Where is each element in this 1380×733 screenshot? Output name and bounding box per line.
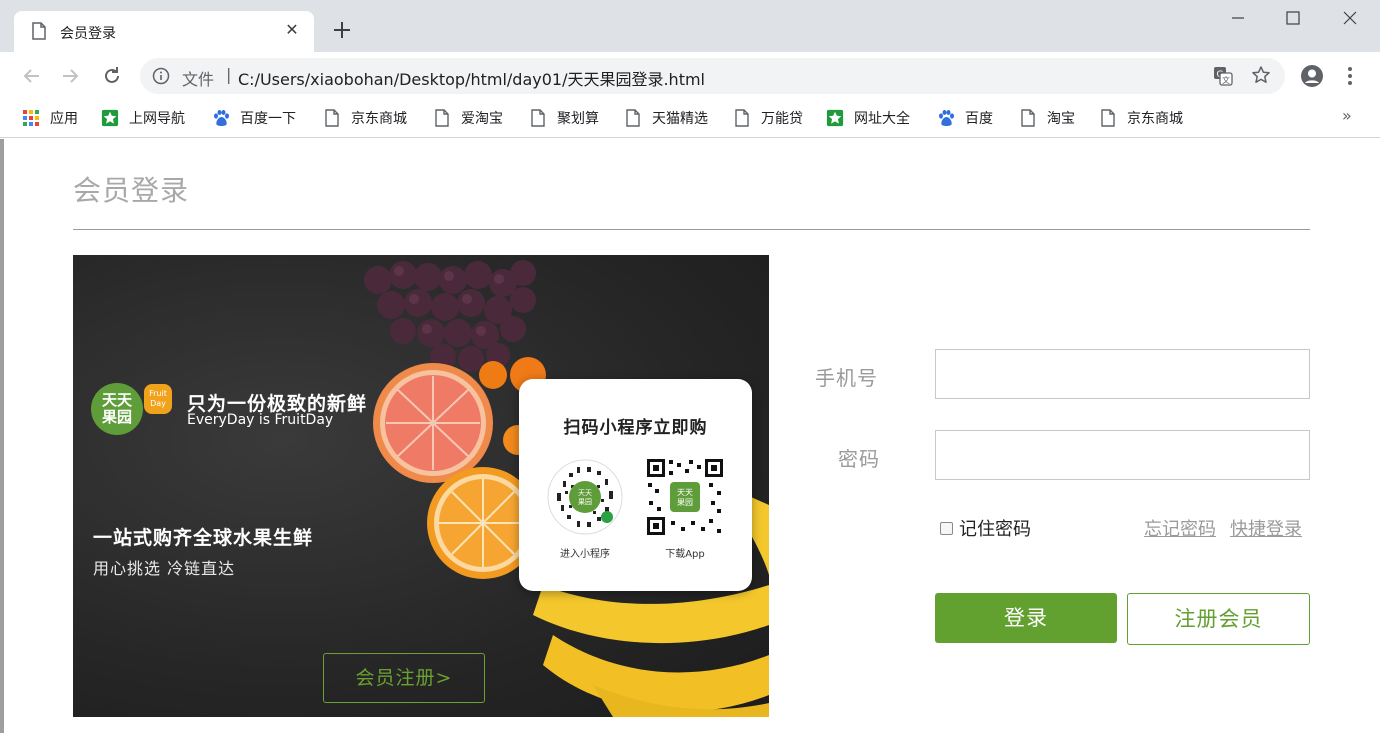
back-arrow-icon[interactable] [20, 64, 44, 88]
register-member-button[interactable]: 注册会员 [1127, 593, 1310, 645]
address-bar[interactable]: 文件 | C:/Users/xiaobohan/Desktop/html/day… [140, 58, 1285, 94]
phone-label: 手机号 [815, 366, 878, 390]
bookmark-item[interactable]: 网址大全 [826, 107, 910, 129]
banner-subline: 用心挑选 冷链直达 [93, 559, 236, 578]
new-tab-icon[interactable] [330, 18, 354, 42]
bookmark-item[interactable]: 百度 [937, 107, 993, 129]
fruitday-logo: 天天 果园 [91, 383, 143, 435]
bookmark-label: 聚划算 [557, 111, 599, 127]
login-button[interactable]: 登录 [935, 593, 1117, 643]
banner-slogan-en: EveryDay is FruitDay [187, 412, 334, 428]
translate-icon[interactable]: G文 [1213, 66, 1233, 90]
green-star-icon [101, 109, 119, 127]
bookmarks-overflow-icon[interactable]: » [1342, 106, 1352, 125]
page-icon [433, 109, 451, 127]
bookmark-star-icon[interactable] [1251, 65, 1271, 89]
url-text[interactable]: C:/Users/xiaobohan/Desktop/html/day01/天天… [238, 66, 705, 90]
tab-title: 会员登录 [60, 26, 116, 42]
bookmark-label: 淘宝 [1047, 111, 1075, 127]
page-icon [733, 109, 751, 127]
info-icon[interactable] [152, 67, 170, 89]
login-page: 会员登录 天天 果园 Fruit Day 只为一份极致的新鲜 EveryDay … [4, 139, 1380, 733]
svg-text:果园: 果园 [578, 498, 592, 506]
bookmark-label: 爱淘宝 [461, 111, 503, 127]
password-label: 密码 [838, 447, 880, 471]
bookmark-label: 百度一下 [240, 111, 296, 127]
green-star-icon [826, 109, 844, 127]
baidu-paw-icon [937, 109, 955, 127]
browser-tabstrip: 会员登录 ✕ [0, 0, 1380, 52]
remember-password[interactable]: 记住密码 [940, 515, 1031, 541]
profile-avatar-icon[interactable] [1300, 64, 1324, 92]
banner-headline: 一站式购齐全球水果生鲜 [93, 527, 314, 549]
bookmark-label: 万能贷 [761, 111, 803, 127]
forward-arrow-icon[interactable] [58, 64, 82, 88]
remember-checkbox[interactable] [940, 521, 953, 535]
bookmark-label: 百度 [965, 111, 993, 127]
svg-text:果园: 果园 [677, 498, 693, 507]
fruitday-badge: Fruit Day [144, 384, 172, 414]
bookmark-label: 上网导航 [129, 111, 185, 127]
bookmark-label: 应用 [50, 111, 78, 127]
quick-login-link[interactable]: 快捷登录 [1230, 515, 1302, 541]
bookmark-item[interactable]: 应用 [22, 107, 78, 129]
document-icon [32, 22, 46, 44]
bookmark-item[interactable]: 淘宝 [1019, 107, 1075, 129]
apps-grid-icon [22, 109, 40, 127]
phone-input[interactable] [935, 349, 1310, 399]
page-icon [323, 109, 341, 127]
url-separator: | [226, 65, 232, 84]
bookmark-label: 天猫精选 [652, 111, 708, 127]
reload-icon[interactable] [100, 64, 124, 88]
maximize-icon[interactable] [1273, 6, 1313, 30]
page-icon [1019, 109, 1037, 127]
bookmark-item[interactable]: 聚划算 [529, 107, 599, 129]
password-input[interactable] [935, 430, 1310, 480]
qr-caption-mini-program: 进入小程序 [560, 549, 610, 560]
browser-tab[interactable]: 会员登录 ✕ [14, 11, 314, 52]
qr-title: 扫码小程序立即购 [563, 418, 708, 438]
minimize-icon[interactable] [1218, 6, 1258, 30]
bookmark-label: 京东商城 [351, 111, 407, 127]
svg-text:文: 文 [1222, 75, 1230, 85]
browser-toolbar: 文件 | C:/Users/xiaobohan/Desktop/html/day… [0, 52, 1380, 100]
bookmark-item[interactable]: 万能贷 [733, 107, 803, 129]
baidu-paw-icon [212, 109, 230, 127]
url-scheme: 文件 [182, 70, 215, 89]
page-icon [624, 109, 642, 127]
bookmark-item[interactable]: 上网导航 [101, 107, 185, 129]
promo-banner: 天天 果园 Fruit Day 只为一份极致的新鲜 EveryDay is Fr… [73, 255, 769, 717]
banner-register-button[interactable]: 会员注册> [323, 653, 485, 703]
svg-text:天天: 天天 [578, 489, 592, 497]
bookmarks-bar: 应用 上网导航 百度一下 京东商城 爱淘宝 聚划算 天猫精选 万能贷 网址大全 [0, 100, 1380, 138]
page-icon [1099, 109, 1117, 127]
bookmark-item[interactable]: 百度一下 [212, 107, 296, 129]
bookmark-item[interactable]: 京东商城 [1099, 107, 1183, 129]
bookmark-item[interactable]: 京东商城 [323, 107, 407, 129]
bookmark-label: 网址大全 [854, 111, 910, 127]
window-close-icon[interactable] [1330, 6, 1370, 30]
app-qr-code-icon: 天天 果园 [645, 457, 725, 537]
bookmark-item[interactable]: 天猫精选 [624, 107, 708, 129]
svg-text:天天: 天天 [677, 488, 693, 497]
mini-program-code-icon: 天天 果园 [547, 459, 623, 535]
bookmark-label: 京东商城 [1127, 111, 1183, 127]
qr-caption-app: 下载App [665, 549, 705, 560]
remember-label: 记住密码 [959, 519, 1031, 540]
bookmark-item[interactable]: 爱淘宝 [433, 107, 503, 129]
forgot-password-link[interactable]: 忘记密码 [1144, 515, 1216, 541]
browser-menu-icon[interactable] [1342, 64, 1358, 92]
page-icon [529, 109, 547, 127]
page-title: 会员登录 [73, 174, 190, 207]
tab-close-icon[interactable]: ✕ [282, 20, 302, 40]
title-divider [73, 229, 1310, 230]
qr-card: 扫码小程序立即购 天天 果园 天天 果园 进入小程序 下载App [519, 379, 752, 591]
